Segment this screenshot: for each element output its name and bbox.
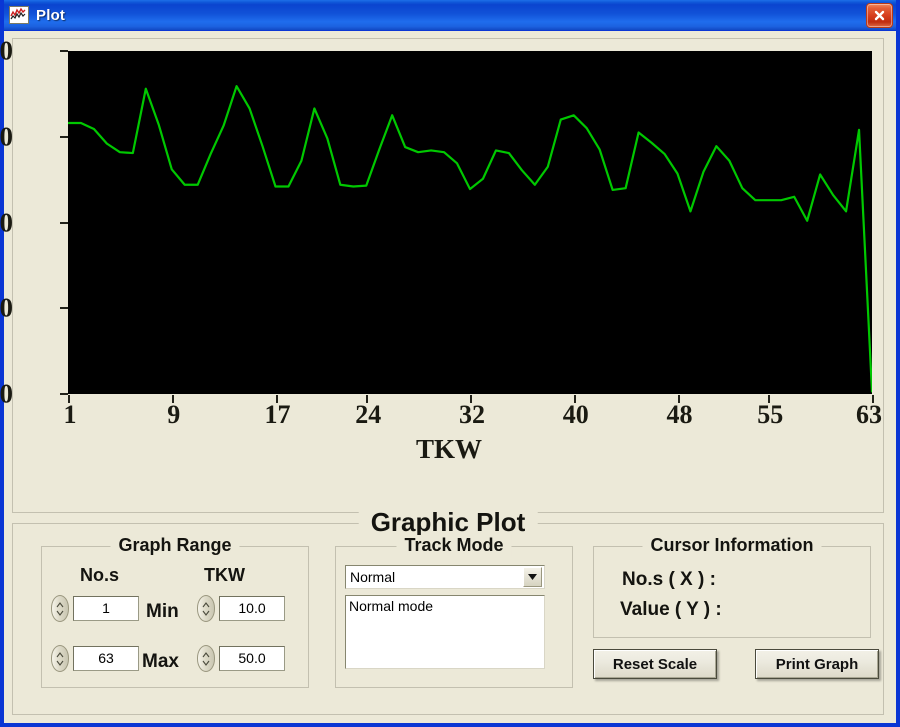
x-tick-label: 1 — [63, 400, 77, 429]
graph-range-group: Graph Range No.s TKW 1 63 Min Max 10.0 5… — [41, 535, 309, 688]
track-mode-select[interactable]: Normal — [345, 565, 545, 589]
x-tick-label: 63 — [856, 400, 882, 429]
y-tick-label: 40 — [0, 121, 13, 152]
x-tick-label: 24 — [355, 400, 382, 429]
reset-scale-button[interactable]: Reset Scale — [593, 649, 717, 679]
nos-max-input[interactable]: 63 — [73, 646, 139, 671]
y-tick-label: 20 — [0, 292, 13, 323]
cursor-y-label: Value ( Y ) : — [620, 599, 722, 620]
x-axis-title: TKW — [415, 434, 482, 464]
tkw-max-row: 50.0 — [197, 645, 285, 672]
tkw-column-header: TKW — [204, 565, 245, 585]
x-tick-label: 55 — [757, 400, 784, 429]
y-tick-mark — [60, 307, 68, 310]
plot-window: Plot 50 40 30 20 10 — [0, 0, 900, 727]
application-window: Plot 50 40 30 20 10 — [0, 0, 900, 727]
chart-icon — [9, 6, 29, 24]
nos-column-header: No.s — [80, 565, 120, 585]
y-tick-label: 10 — [0, 378, 13, 409]
x-tick-label: 40 — [562, 400, 589, 429]
close-button[interactable] — [866, 3, 893, 28]
track-mode-description[interactable]: Normal mode — [345, 595, 545, 669]
nos-min-row: 1 — [51, 595, 139, 622]
tkw-max-spinner[interactable] — [197, 645, 215, 672]
y-tick-mark — [60, 221, 68, 224]
track-mode-selected-value: Normal — [350, 569, 396, 585]
tkw-max-input[interactable]: 50.0 — [219, 646, 285, 671]
chart-panel: 50 40 30 20 10 — [0, 37, 884, 513]
tkw-min-input[interactable]: 10.0 — [219, 596, 285, 621]
min-label: Min — [146, 601, 179, 622]
track-mode-title: Track Mode — [396, 535, 512, 556]
graphic-plot-title: Graphic Plot — [358, 507, 538, 538]
x-tick-label: 32 — [459, 400, 485, 429]
y-tick-mark — [60, 50, 68, 52]
nos-max-spinner[interactable] — [51, 645, 69, 672]
graph-range-title: Graph Range — [110, 535, 240, 556]
max-label: Max — [142, 651, 179, 672]
nos-max-row: 63 — [51, 645, 139, 672]
x-tick-label: 48 — [666, 400, 693, 429]
window-client-area: 50 40 30 20 10 — [0, 31, 896, 723]
x-tick-label: 9 — [167, 400, 181, 429]
window-title: Plot — [36, 6, 66, 24]
nos-min-input[interactable]: 1 — [73, 596, 139, 621]
tkw-min-spinner[interactable] — [197, 595, 215, 622]
cursor-information-group: Cursor Information No.s ( X ) : Value ( … — [593, 535, 871, 638]
cursor-information-title: Cursor Information — [642, 535, 822, 556]
data-series-line — [68, 51, 872, 394]
print-graph-button[interactable]: Print Graph — [755, 649, 879, 679]
tkw-min-row: 10.0 — [197, 595, 285, 622]
x-tick-label: 17 — [264, 400, 291, 429]
y-tick-label: 50 — [0, 35, 13, 66]
cursor-x-label: No.s ( X ) : — [622, 569, 716, 590]
graphic-plot-group: Graphic Plot Graph Range No.s TKW 1 63 M… — [12, 507, 884, 715]
y-tick-mark — [60, 135, 68, 138]
plot-area[interactable] — [68, 51, 872, 394]
nos-min-spinner[interactable] — [51, 595, 69, 622]
titlebar: Plot — [4, 0, 896, 31]
chevron-down-icon[interactable] — [523, 567, 542, 587]
y-tick-label: 30 — [0, 207, 13, 237]
y-tick-mark — [60, 393, 68, 395]
track-mode-group: Track Mode Normal Normal mode — [335, 535, 573, 688]
